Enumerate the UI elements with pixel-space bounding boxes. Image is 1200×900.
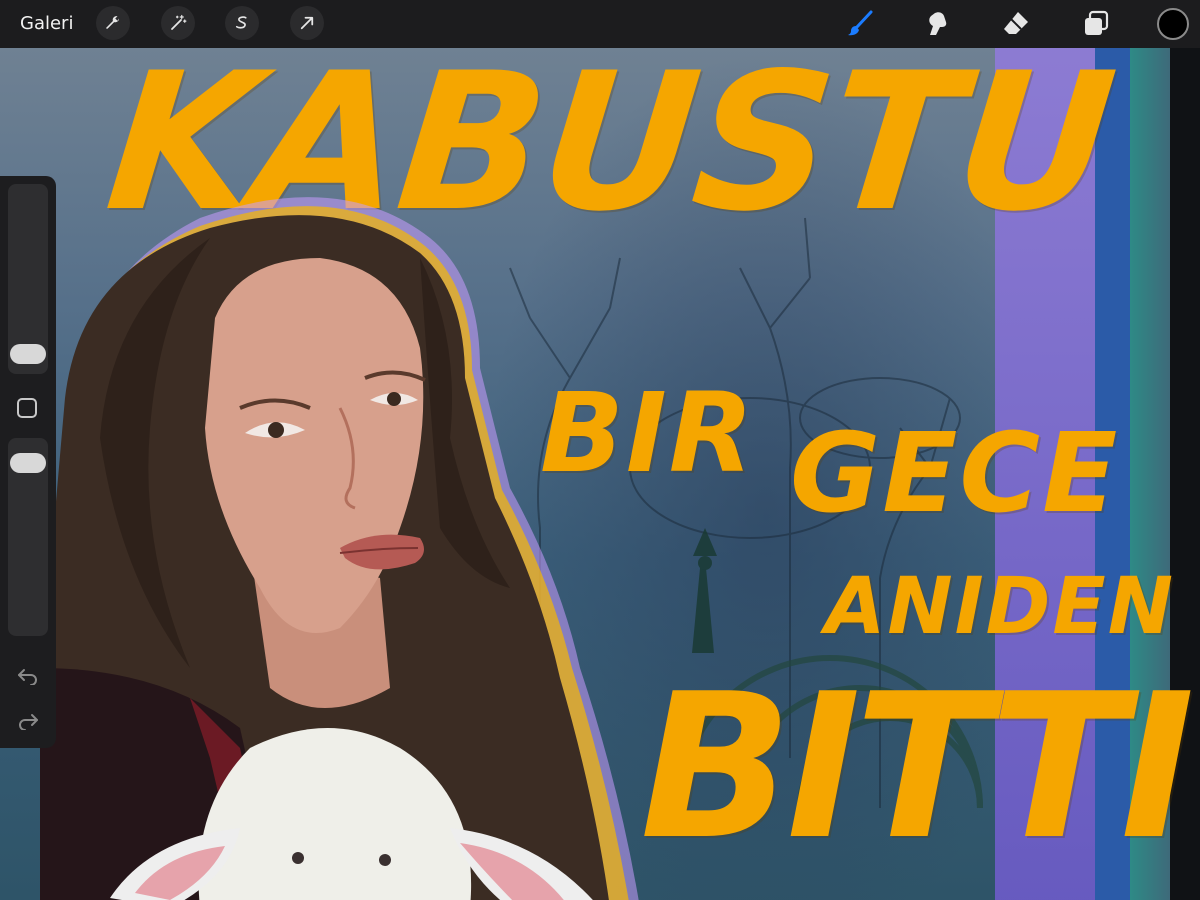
brush-size-handle[interactable] bbox=[10, 344, 46, 364]
top-toolbar: Galeri bbox=[0, 0, 1200, 48]
selection-icon[interactable] bbox=[225, 6, 259, 40]
gallery-button[interactable]: Galeri bbox=[20, 13, 73, 34]
magic-wand-icon[interactable] bbox=[161, 6, 195, 40]
portrait-illustration bbox=[40, 197, 639, 900]
left-sidebar bbox=[0, 176, 56, 748]
smudge-icon[interactable] bbox=[920, 6, 956, 42]
brush-icon[interactable] bbox=[842, 6, 878, 42]
undo-icon[interactable] bbox=[16, 666, 40, 686]
wrench-icon[interactable] bbox=[96, 6, 130, 40]
opacity-handle[interactable] bbox=[10, 453, 46, 473]
poster-text-gece: GECE bbox=[790, 409, 1120, 537]
eraser-icon[interactable] bbox=[998, 6, 1034, 42]
color-swatch[interactable] bbox=[1157, 8, 1189, 40]
redo-icon[interactable] bbox=[16, 711, 40, 731]
drawing-canvas[interactable]: KABUSTU BIR GECE ANIDEN BITTI bbox=[0, 48, 1200, 900]
transform-arrow-icon[interactable] bbox=[290, 6, 324, 40]
modify-button[interactable] bbox=[17, 398, 37, 418]
layers-icon[interactable] bbox=[1078, 6, 1114, 42]
poster-text-bitti: BITTI bbox=[640, 651, 1195, 884]
poster-text-aniden: ANIDEN bbox=[825, 562, 1175, 652]
